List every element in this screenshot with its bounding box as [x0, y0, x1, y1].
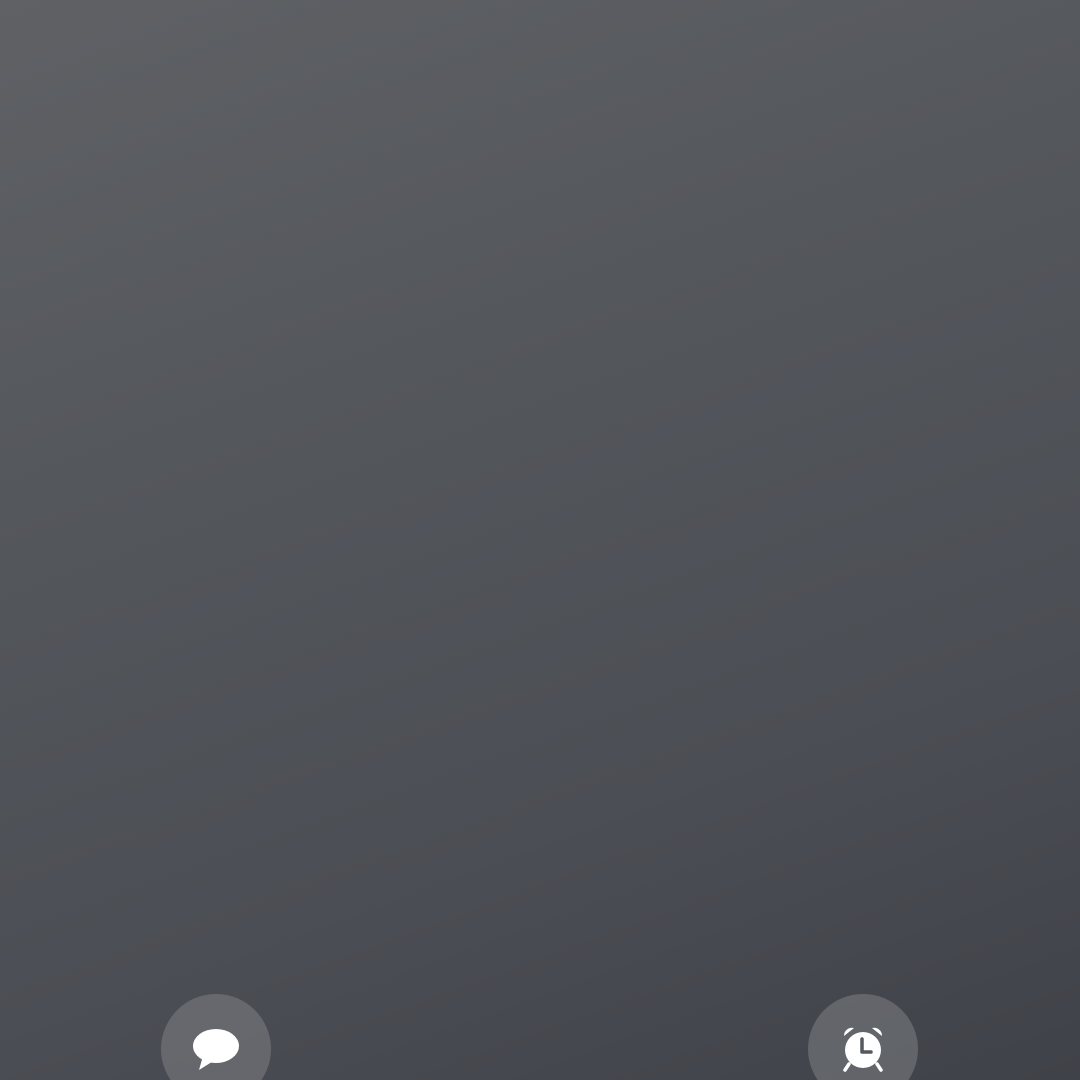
messages-shortcut-button[interactable]	[161, 994, 271, 1080]
speech-bubble-icon	[191, 1026, 241, 1072]
alarm-shortcut-button[interactable]	[808, 994, 918, 1080]
alarm-clock-icon	[841, 1026, 885, 1072]
lock-screen	[0, 0, 1080, 1080]
